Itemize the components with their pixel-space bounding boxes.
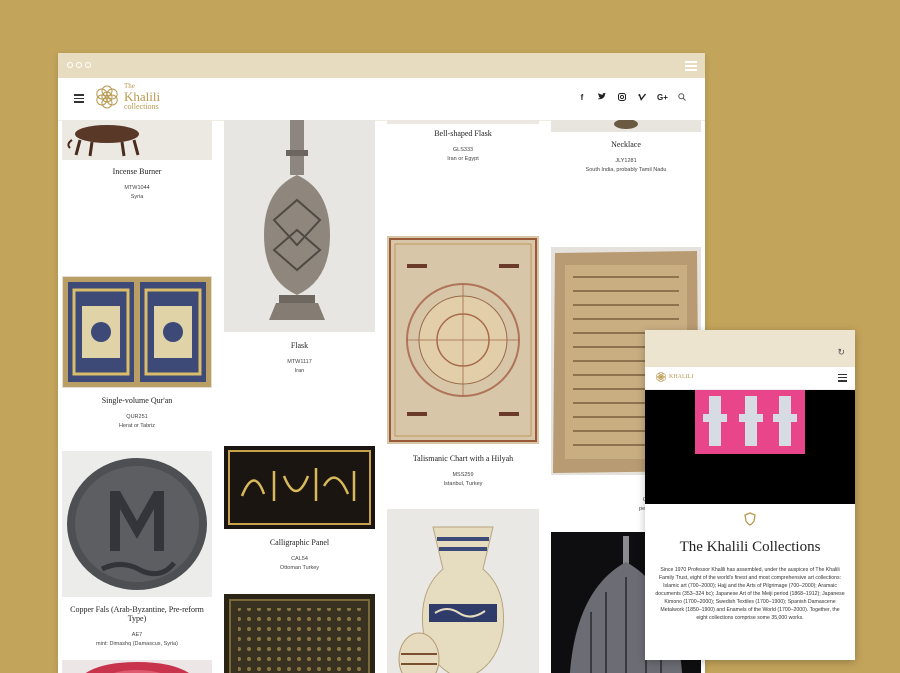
list-item[interactable] [387, 509, 539, 673]
search-icon[interactable] [677, 93, 687, 103]
item-title: Necklace [611, 140, 641, 149]
list-item[interactable] [62, 660, 212, 673]
item-origin: mint: Dimashq (Damascus, Syria) [96, 641, 178, 647]
item-origin: South India, probably Tamil Nadu [585, 167, 667, 173]
list-item[interactable]: Copper Fals (Arab-Byzantine, Pre-reform … [62, 451, 212, 651]
item-code: CAL54 [291, 556, 308, 562]
item-origin: Herat or Tabriz [119, 423, 155, 429]
logo-rosette-icon [96, 85, 118, 109]
mobile-logo-text: KHALILI [669, 374, 694, 380]
site-header: The Khalili collections f G+ [58, 78, 705, 121]
facebook-icon[interactable]: f [577, 93, 587, 103]
mobile-logo[interactable]: KHALILI [655, 371, 693, 383]
item-title: Bell-shaped Flask [434, 129, 492, 138]
instagram-icon[interactable] [617, 93, 627, 103]
item-title: Single-volume Qur'an [101, 396, 173, 405]
item-code: JLY1281 [615, 158, 637, 164]
item-origin: Ottoman Turkey [279, 565, 320, 571]
collection-grid: Incense Burner MTW1044 Syria Single-volu… [58, 120, 705, 673]
mobile-content: The Khalili Collections Since 1970 Profe… [645, 504, 855, 622]
mobile-header: KHALILI [645, 367, 855, 390]
site-logo[interactable]: The Khalili collections [93, 83, 160, 111]
item-title: Calligraphic Panel [269, 538, 330, 547]
necklace-image[interactable] [551, 120, 701, 132]
list-item[interactable] [224, 594, 375, 673]
item-title: Incense Burner [112, 167, 162, 176]
google-plus-icon[interactable]: G+ [657, 93, 668, 103]
list-item[interactable]: Bell-shaped Flask GLS333 Iran or Egypt [387, 120, 539, 220]
item-code: QUR251 [126, 414, 148, 420]
item-origin: Syria [130, 194, 144, 200]
item-code: AE7 [131, 632, 143, 638]
list-item[interactable]: Talismanic Chart with a Hilyah MSS259 Is… [387, 236, 539, 501]
list-item[interactable]: Flask MTW1117 Iran [224, 120, 375, 420]
mobile-page-title: The Khalili Collections [679, 539, 821, 555]
item-origin: Iran [294, 368, 305, 374]
window-controls[interactable] [67, 62, 91, 68]
item-origin: Iran or Egypt [447, 156, 479, 162]
item-title: Copper Fals (Arab-Byzantine, Pre-reform … [70, 605, 204, 623]
list-item[interactable]: Calligraphic Panel CAL54 Ottoman Turkey [224, 446, 375, 571]
list-item[interactable]: Single-volume Qur'an QUR251 Herat or Tab… [62, 276, 212, 451]
refresh-icon[interactable]: ↻ [837, 347, 845, 358]
twitter-icon[interactable] [597, 92, 607, 103]
browser-chrome [58, 53, 705, 78]
mobile-device: ↻ KHALILI The Khalili Collections Since … [645, 330, 855, 660]
calligraphic-panel-image[interactable] [224, 446, 375, 529]
item-title: Flask [290, 341, 309, 350]
list-item[interactable]: Incense Burner MTW1044 Syria [62, 120, 212, 220]
logo-rosette-icon [656, 371, 666, 383]
talismanic-chart-image[interactable] [387, 236, 539, 444]
quran-image[interactable] [62, 276, 212, 388]
logo-sub: collections [124, 102, 159, 111]
social-links: f G+ [577, 92, 687, 103]
item-code: GLS333 [452, 147, 474, 153]
menu-icon[interactable] [74, 94, 84, 105]
mobile-menu-icon[interactable] [838, 374, 847, 384]
incense-burner-image[interactable] [62, 120, 212, 160]
manuscript-image[interactable] [224, 594, 375, 673]
item-code: MTW1044 [124, 185, 150, 191]
item-code: MTW1117 [287, 359, 312, 365]
mobile-browser-bar: ↻ [645, 330, 855, 367]
item-title: Talismanic Chart with a Hilyah [412, 454, 514, 463]
shield-icon [744, 512, 756, 526]
vimeo-icon[interactable] [637, 93, 647, 103]
mobile-hero-image[interactable] [645, 390, 855, 504]
item-origin: Istanbul, Turkey [443, 481, 483, 487]
chrome-menu-icon[interactable] [685, 61, 697, 73]
list-item[interactable]: Necklace JLY1281 South India, probably T… [551, 120, 701, 240]
flask-image[interactable] [224, 120, 375, 332]
copper-coin-image[interactable] [62, 451, 212, 597]
mosque-lamp-image[interactable] [387, 509, 539, 673]
mobile-intro-paragraph: Since 1970 Professor Khalili has assembl… [655, 567, 845, 622]
browser-window: The Khalili collections f G+ Incense Bur… [58, 53, 705, 673]
pink-object-image[interactable] [62, 660, 212, 673]
item-code: MSS259 [452, 472, 474, 478]
